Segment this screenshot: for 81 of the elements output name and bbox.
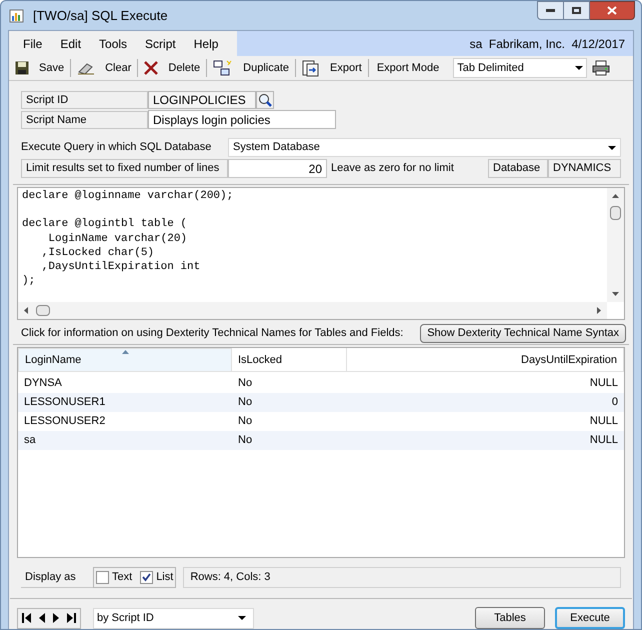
close-icon: [607, 6, 617, 15]
next-record-icon[interactable]: [53, 613, 59, 623]
scroll-thumb[interactable]: [610, 206, 621, 220]
table-cell-text: DYNSA: [23, 376, 63, 392]
sort-dropdown[interactable]: by Script ID: [93, 608, 254, 628]
search-icon: [258, 92, 272, 106]
eraser-icon: [77, 61, 96, 75]
line-limit-field[interactable]: 20: [228, 159, 327, 178]
menu-item[interactable]: Tools: [99, 34, 128, 52]
menu-item[interactable]: File: [23, 34, 42, 52]
table-cell-text: 0: [610, 395, 619, 410]
scroll-thumb[interactable]: [36, 305, 50, 316]
menu-item[interactable]: Edit: [60, 34, 82, 52]
table-cell-text: LESSONUSER1: [23, 395, 106, 410]
close-button[interactable]: [590, 1, 635, 20]
printer-icon[interactable]: [592, 60, 610, 76]
table-cell-text: No: [237, 414, 254, 430]
field-label: Display as: [21, 567, 93, 588]
info-link-text[interactable]: Click for information on using Dexterity Technical Names for Tables and Fields:: [21, 324, 404, 342]
maximize-button[interactable]: [564, 1, 590, 20]
toolbar-button[interactable]: Save: [12, 57, 68, 79]
menu-item[interactable]: Help: [194, 34, 218, 52]
table-cell-text: LESSONUSER2: [23, 414, 106, 430]
lookup-button[interactable]: [256, 90, 274, 108]
status-text: Rows: 4, Cols: 3: [183, 567, 621, 588]
checkbox[interactable]: [96, 571, 109, 584]
scroll-down-icon[interactable]: [612, 292, 619, 296]
scroll-up-icon[interactable]: [612, 194, 619, 198]
x-mark-icon: [144, 61, 158, 75]
document-arrow-icon: [302, 60, 320, 76]
database-dropdown[interactable]: System Database: [228, 138, 621, 157]
field-label: Execute Query in which SQL Database: [21, 140, 212, 156]
column-header[interactable]: DaysUntilExpiration: [347, 348, 624, 372]
query-editor[interactable]: declare @loginname varchar(200); declare @logintbl table ( LoginName varchar(20) ,IsLocked char(5) ,DaysUntilExpiration int );: [17, 187, 625, 320]
dropdown-caret-icon: [608, 146, 616, 150]
field-label: Limit results set to fixed number of lines: [21, 159, 228, 178]
window-title: [TWO/sa] SQL Execute: [33, 6, 168, 25]
checkbox[interactable]: [140, 571, 154, 584]
code-text: declare @loginname varchar(200); declare @logintbl table ( LoginName varchar(20) ,IsLocked char(5) ,DaysUntilExpiration int );: [21, 189, 234, 288]
toolbar-button[interactable]: Delete: [141, 57, 204, 79]
table-cell-text: NULL: [588, 376, 619, 392]
field-label: Database: [488, 159, 548, 178]
table-cell-text: NULL: [588, 433, 619, 448]
vertical-scrollbar[interactable]: [607, 188, 624, 302]
checkbox-label: List: [156, 570, 174, 586]
action-button[interactable]: Tables: [475, 607, 545, 629]
sort-arrow-icon: [122, 350, 129, 354]
table-cell-text: NULL: [588, 414, 619, 430]
toolbar-button[interactable]: Duplicate: [210, 57, 292, 79]
table-cell-text: No: [237, 433, 254, 448]
export-mode-dropdown[interactable]: Tab Delimited: [453, 58, 588, 78]
company-info: sa Fabrikam, Inc. 4/12/2017: [470, 36, 625, 52]
toolbar-button[interactable]: Clear: [74, 57, 134, 79]
dropdown-caret-icon: [575, 66, 584, 70]
minimize-button[interactable]: [537, 1, 564, 20]
horizontal-scrollbar[interactable]: [18, 302, 607, 319]
toolbar-button[interactable]: Export: [299, 57, 365, 79]
menu-item[interactable]: Script: [145, 34, 176, 52]
syntax-button[interactable]: Show Dexterity Technical Name Syntax: [420, 324, 626, 342]
table-cell-text: sa: [23, 433, 37, 448]
script-name-field[interactable]: Displays login policies: [148, 110, 336, 129]
scroll-right-icon[interactable]: [597, 307, 601, 314]
action-button[interactable]: Execute: [555, 607, 625, 629]
field-label: Script ID: [21, 90, 148, 108]
hint-text: Leave as zero for no limit: [330, 161, 455, 176]
table-cell-text: No: [237, 395, 254, 410]
first-record-icon[interactable]: [22, 613, 31, 623]
app-icon: [9, 8, 25, 24]
previous-record-icon[interactable]: [39, 613, 45, 623]
dropdown-caret-icon: [238, 616, 246, 620]
table-cell-text: No: [237, 376, 254, 392]
column-header[interactable]: LoginName: [18, 348, 232, 372]
last-record-icon[interactable]: [67, 613, 76, 623]
checkbox-label: Text: [112, 570, 132, 586]
column-header[interactable]: IsLocked: [232, 348, 347, 372]
field-label: Export Mode: [376, 60, 440, 76]
field-label: Script Name: [21, 110, 148, 128]
script-id-field[interactable]: LOGINPOLICIES: [148, 90, 256, 108]
database-value: DYNAMICS: [548, 159, 621, 178]
duplicate-icon: [213, 60, 234, 76]
scroll-left-icon[interactable]: [24, 307, 28, 314]
